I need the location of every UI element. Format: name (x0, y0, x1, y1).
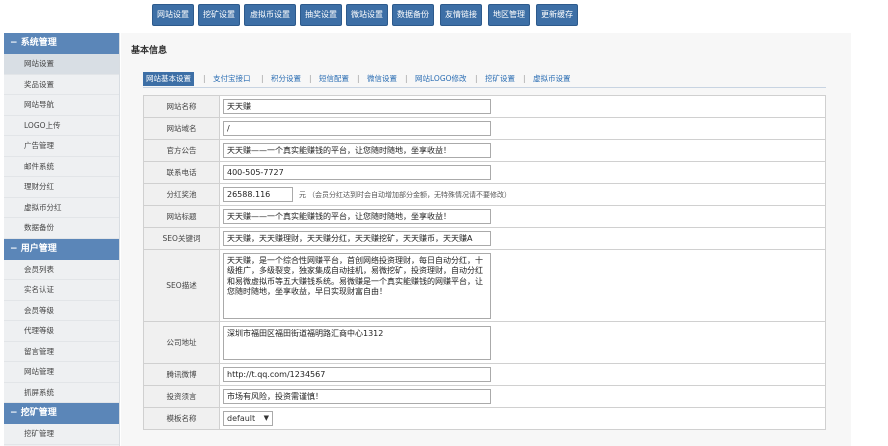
sidebar-item-mail[interactable]: 邮件系统 (4, 157, 119, 177)
weibo-input[interactable]: http://t.qq.com/1234567 (223, 367, 491, 382)
sidebar-item-verification[interactable]: 实名认证 (4, 280, 119, 301)
top-nav: 网站设置 挖矿设置 虚拟币设置 抽奖设置 微站设置 数据备份 友情链接 地区管理… (0, 0, 888, 32)
form-row-site-title: 网站标题 天天赚——一个真实能赚钱的平台，让您随时随地，坐享收益！ (144, 206, 826, 228)
dividend-note: （会员分红达到时会自动增加部分金额，无特殊情况请不要修改） (308, 190, 511, 199)
tab-separator: | (309, 74, 312, 83)
seo-description-textarea[interactable]: 天天赚，是一个综合性网赚平台，首创网络投资理财，每日自动分红，十级推广，多级裂变… (223, 252, 491, 319)
field-label: 投资须言 (144, 386, 220, 407)
form-row-weibo: 腾讯微博 http://t.qq.com/1234567 (144, 364, 826, 386)
tab-logo[interactable]: 网站LOGO修改 (415, 72, 467, 86)
sidebar-item-logo-upload[interactable]: LOGO上传 (4, 116, 119, 136)
chevron-down-icon: ▼ (263, 414, 269, 422)
sidebar-item-prize-settings[interactable]: 奖品设置 (4, 75, 119, 95)
seo-keywords-input[interactable]: 天天赚，天天赚理财，天天赚分红，天天赚挖矿，天天赚币，天天赚A (223, 231, 491, 246)
invest-note-input[interactable]: 市场有风险，投资需谨慎！ (223, 389, 491, 404)
tab-alipay[interactable]: 支付宝接口 (213, 72, 251, 86)
form-row-site-domain: 网站域名 / (144, 118, 826, 140)
topnav-microsite-settings-button[interactable]: 微站设置 (346, 4, 388, 26)
sidebar-item-site-manage[interactable]: 网站管理 (4, 362, 119, 383)
sidebar-section-label: 挖矿管理 (20, 408, 57, 418)
field-label: 模板名称 (144, 408, 220, 429)
tab-basic-settings[interactable]: 网站基本设置 (143, 72, 194, 86)
field-label: 联系电话 (144, 162, 220, 183)
tab-mining[interactable]: 挖矿设置 (485, 72, 515, 86)
topnav-site-settings-button[interactable]: 网站设置 (152, 4, 194, 26)
tab-sms[interactable]: 短信配置 (319, 72, 349, 86)
dividend-unit: 元 (299, 190, 306, 199)
site-domain-input[interactable]: / (223, 121, 491, 136)
sidebar-item-site-nav[interactable]: 网站导航 (4, 95, 119, 116)
page-title: 基本信息 (131, 46, 168, 56)
dividend-input[interactable]: 26588.116 (223, 187, 293, 202)
tab-separator: | (203, 74, 206, 83)
topnav-crypto-settings-button[interactable]: 虚拟币设置 (244, 4, 296, 26)
sidebar-item-site-settings[interactable]: 网站设置 (4, 54, 119, 75)
topnav-lottery-settings-button[interactable]: 抽奖设置 (300, 4, 342, 26)
field-label: 网站域名 (144, 118, 220, 139)
sidebar-section-system[interactable]: − 系统管理 (4, 33, 119, 54)
settings-form: 网站名称 天天赚 网站域名 / 官方公告 天天赚——一个真实能赚钱的平台，让您随… (143, 95, 826, 430)
field-label: SEO描述 (144, 250, 220, 321)
template-select-value: default (227, 414, 256, 423)
sidebar-item-crypto-dividend[interactable]: 虚拟币分红 (4, 198, 119, 218)
tab-wechat[interactable]: 微信设置 (367, 72, 397, 86)
form-row-seo-description: SEO描述 天天赚，是一个综合性网赚平台，首创网络投资理财，每日自动分红，十级推… (144, 250, 826, 322)
topnav-mining-settings-button[interactable]: 挖矿设置 (198, 4, 240, 26)
field-label: 网站名称 (144, 96, 220, 117)
sidebar-item-mining-manage[interactable]: 挖矿管理 (4, 424, 119, 445)
sidebar-item-member-level[interactable]: 会员等级 (4, 301, 119, 321)
company-address-textarea[interactable]: 深圳市福田区福田街道福明路汇商中心1312 (223, 325, 491, 360)
tab-separator: | (261, 74, 264, 83)
sidebar-section-users[interactable]: − 用户管理 (4, 238, 119, 260)
form-row-template: 模板名称 default ▼ (144, 408, 826, 430)
right-margin (852, 0, 888, 446)
sidebar-item-messages[interactable]: 留言管理 (4, 342, 119, 362)
field-label: 腾讯微博 (144, 364, 220, 385)
field-label: 官方公告 (144, 140, 220, 161)
tab-points[interactable]: 积分设置 (271, 72, 301, 86)
sidebar-item-ads[interactable]: 广告管理 (4, 136, 119, 157)
sidebar-item-agent-level[interactable]: 代理等级 (4, 321, 119, 342)
sidebar-item-data-backup[interactable]: 数据备份 (4, 218, 119, 239)
field-label: 分红奖池 (144, 184, 220, 205)
sidebar-item-screen-capture[interactable]: 抓屏系统 (4, 383, 119, 403)
site-name-input[interactable]: 天天赚 (223, 99, 491, 114)
topnav-backup-button[interactable]: 数据备份 (392, 4, 434, 26)
sidebar-section-mining[interactable]: − 挖矿管理 (4, 403, 119, 424)
sidebar: − 系统管理 网站设置 奖品设置 网站导航 LOGO上传 广告管理 邮件系统 理… (4, 33, 120, 446)
sidebar-section-label: 用户管理 (20, 243, 57, 254)
form-row-company-address: 公司地址 深圳市福田区福田街道福明路汇商中心1312 (144, 322, 826, 364)
announcement-input[interactable]: 天天赚——一个真实能赚钱的平台，让您随时随地，坐享收益！ (223, 143, 491, 158)
site-title-input[interactable]: 天天赚——一个真实能赚钱的平台，让您随时随地，坐享收益！ (223, 209, 491, 224)
field-label: SEO关键词 (144, 228, 220, 249)
form-row-dividend: 分红奖池 26588.116 元 （会员分红达到时会自动增加部分金额，无特殊情况… (144, 184, 826, 206)
template-select[interactable]: default ▼ (223, 411, 273, 426)
phone-input[interactable]: 400-505-7727 (223, 165, 491, 180)
tab-separator: | (475, 74, 478, 83)
form-row-seo-keywords: SEO关键词 天天赚，天天赚理财，天天赚分红，天天赚挖矿，天天赚币，天天赚A (144, 228, 826, 250)
tab-separator: | (405, 74, 408, 83)
form-row-phone: 联系电话 400-505-7727 (144, 162, 826, 184)
topnav-clear-cache-button[interactable]: 更新缓存 (536, 4, 578, 26)
form-row-site-name: 网站名称 天天赚 (144, 96, 826, 118)
sidebar-item-finance-dividend[interactable]: 理财分红 (4, 177, 119, 198)
sidebar-item-member-list[interactable]: 会员列表 (4, 260, 119, 280)
main-panel: 基本信息 网站基本设置 | 支付宝接口 | 积分设置 | 短信配置 | 微信设置… (121, 33, 851, 446)
topnav-friend-links-button[interactable]: 友情链接 (440, 4, 482, 26)
form-row-invest-note: 投资须言 市场有风险，投资需谨慎！ (144, 386, 826, 408)
sidebar-section-label: 系统管理 (20, 38, 57, 48)
form-row-announcement: 官方公告 天天赚——一个真实能赚钱的平台，让您随时随地，坐享收益！ (144, 140, 826, 162)
topnav-region-button[interactable]: 地区管理 (488, 4, 530, 26)
tab-crypto[interactable]: 虚拟币设置 (533, 72, 571, 86)
tab-separator: | (357, 74, 360, 83)
field-label: 公司地址 (144, 322, 220, 363)
tab-separator: | (523, 74, 526, 83)
field-label: 网站标题 (144, 206, 220, 227)
tab-bar: 网站基本设置 | 支付宝接口 | 积分设置 | 短信配置 | 微信设置 | 网站… (143, 71, 826, 88)
